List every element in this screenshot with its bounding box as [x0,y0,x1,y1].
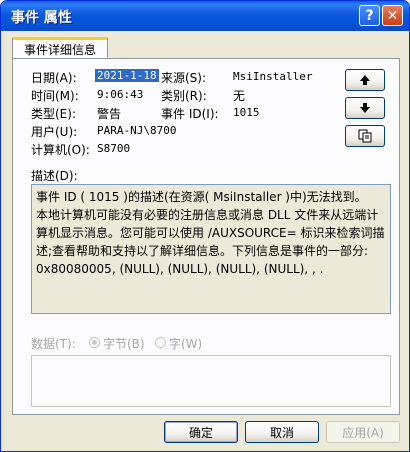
bytes-radio-label[interactable]: 字节(B) [103,335,145,352]
type-label: 类型(E): [31,107,76,121]
cancel-button-label: 取消 [269,425,294,440]
event-properties-window: 事件 属性 ? ✕ 事件详细信息 日期(A): 2021-1-18 来源(S):… [0,0,410,452]
tab-event-details-label: 事件详细信息 [23,43,96,57]
computer-label: 计算机(O): [31,143,90,157]
date-value[interactable]: 2021-1-18 [95,69,159,82]
arrow-down-icon [360,103,370,113]
data-textbox[interactable] [31,355,391,407]
description-line: 述;查看帮助和支持以了解详细信息。下列信息是事件的一部分: [36,244,369,258]
data-label: 数据(T): [31,337,76,351]
computer-value[interactable]: S8700 [97,142,130,155]
event-id-label: 事件 ID(I): [161,107,219,121]
previous-event-button[interactable] [345,69,385,91]
type-value[interactable]: 警告 [97,105,121,122]
event-details-panel: 日期(A): 2021-1-18 来源(S): MsiInstaller 时间(… [12,58,400,415]
date-label: 日期(A): [31,71,77,85]
source-value[interactable]: MsiInstaller [233,70,312,83]
description-label: 描述(D): [31,169,78,183]
title-bar[interactable]: 事件 属性 ? ✕ [1,1,409,31]
apply-button[interactable]: 应用(A) [326,421,400,443]
time-label: 时间(M): [31,89,79,103]
copy-button[interactable] [345,125,385,147]
user-value[interactable]: PARA-NJ\8700 [97,124,176,137]
question-mark-icon[interactable]: ? [359,5,380,26]
event-id-value[interactable]: 1015 [233,106,260,119]
close-x-icon[interactable]: ✕ [382,5,403,26]
arrow-up-icon [360,75,370,85]
description-line: 算机显示消息。您可能可以使用 /AUXSOURCE= 标识来检索词描 [36,226,385,240]
next-event-button[interactable] [345,97,385,119]
cancel-button[interactable]: 取消 [245,421,319,443]
description-line: 事件 ID ( 1015 )的描述(在资源( MsiInstaller )中)无… [36,190,367,204]
description-line: 本地计算机可能没有必要的注册信息或消息 DLL 文件来从远端计 [36,208,379,222]
time-value[interactable]: 9:06:43 [97,88,143,101]
bytes-radio[interactable] [89,337,100,348]
words-radio[interactable] [155,337,166,348]
tab-event-details[interactable]: 事件详细信息 [12,37,108,59]
ok-button[interactable]: 确定 [164,421,238,443]
user-label: 用户(U): [31,125,78,139]
copy-icon [358,129,372,143]
window-title: 事件 属性 [11,10,72,26]
ok-button-label: 确定 [188,425,213,440]
category-value[interactable]: 无 [233,87,245,104]
words-radio-label[interactable]: 字(W) [169,335,202,352]
category-label: 类别(R): [161,89,207,103]
source-label: 来源(S): [161,71,207,85]
apply-button-label: 应用(A) [342,425,384,440]
description-textbox[interactable]: 事件 ID ( 1015 )的描述(在资源( MsiInstaller )中)无… [31,184,391,314]
description-line: 0x80080005, (NULL), (NULL), (NULL), (NUL… [36,262,324,276]
